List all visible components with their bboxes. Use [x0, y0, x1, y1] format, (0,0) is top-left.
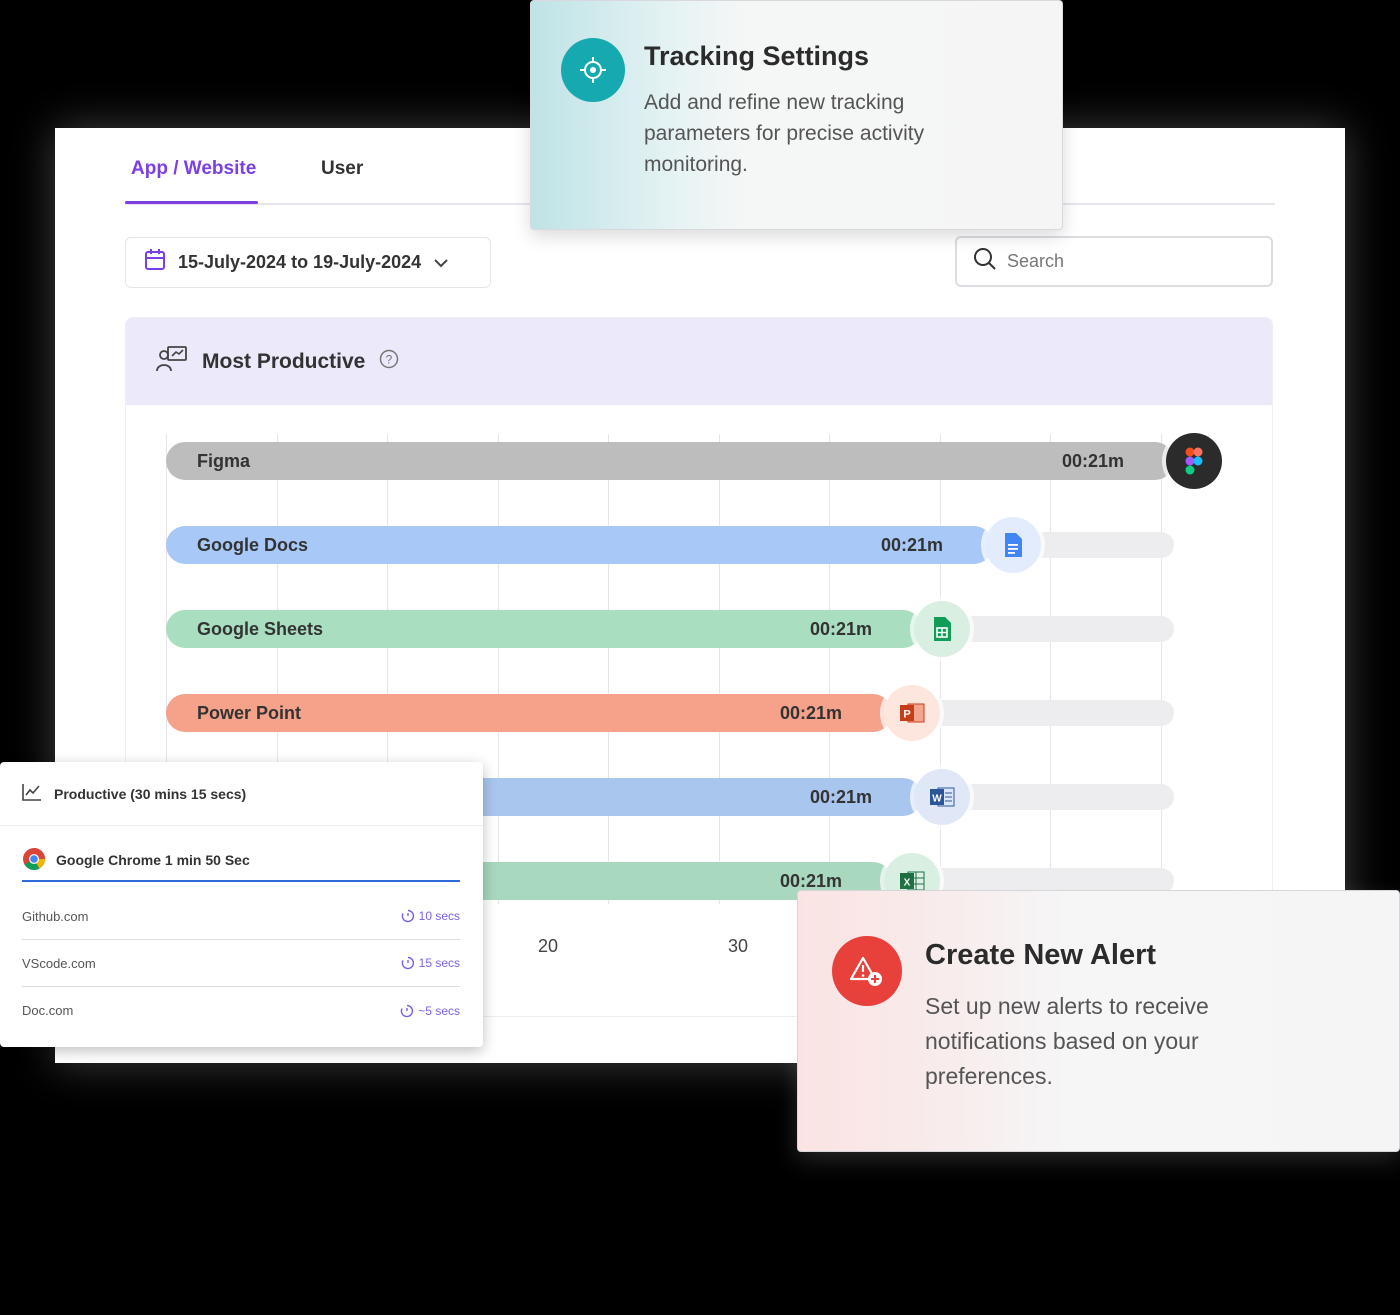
chevron-down-icon [433, 252, 449, 273]
create-alert-description: Set up new alerts to receive notificatio… [925, 993, 1209, 1089]
bar-value-label: 00:21m [779, 702, 842, 723]
gridline [608, 434, 609, 904]
gridline [829, 434, 830, 904]
search-icon [973, 247, 997, 276]
list-item[interactable]: Github.com 10 secs [22, 893, 460, 940]
list-item[interactable]: Doc.com ~5 secs [22, 987, 460, 1034]
tracking-settings-card[interactable]: Tracking Settings Add and refine new tra… [530, 0, 1063, 230]
productivity-icon [156, 345, 188, 378]
bar-value-label: 00:21m [779, 870, 842, 891]
site-name: Github.com [22, 908, 89, 924]
x-tick-label: 20 [538, 936, 559, 956]
productive-activity-card: Productive (30 mins 15 secs) Google Chro… [0, 762, 483, 1047]
calendar-icon [144, 248, 166, 277]
site-name: VScode.com [22, 955, 96, 971]
site-duration: 10 secs [401, 909, 460, 923]
timer-icon [401, 909, 414, 923]
date-range-picker[interactable]: 15-July-2024 to 19-July-2024 [125, 237, 491, 288]
tab-user[interactable]: User [321, 158, 363, 180]
gridline [1050, 434, 1051, 904]
svg-text:X: X [904, 878, 911, 889]
svg-text:P: P [903, 709, 910, 721]
help-icon[interactable]: ? [379, 349, 399, 374]
tracking-settings-title: Tracking Settings [644, 41, 870, 71]
gridline [939, 434, 941, 904]
active-tab-indicator [125, 201, 258, 204]
date-range-label: 15-July-2024 to 19-July-2024 [178, 252, 422, 272]
powerpoint-icon: P [884, 685, 940, 741]
site-duration: 15 secs [401, 956, 460, 970]
bar-label: Google Sheets [197, 618, 324, 639]
bar-value-label: 00:21m [880, 534, 943, 555]
google-docs-icon [985, 517, 1041, 573]
search-placeholder: Search [1007, 251, 1065, 271]
word-icon: W [914, 769, 970, 825]
site-duration: ~5 secs [400, 1004, 460, 1018]
chart-bar[interactable]: Power Point 00:21m [166, 694, 892, 732]
google-sheets-icon [914, 601, 970, 657]
alert-add-icon [832, 936, 902, 1006]
bar-value-label: 00:21m [809, 618, 872, 639]
tab-app-website[interactable]: App / Website [131, 158, 256, 180]
gridline [718, 434, 720, 904]
figma-icon [1166, 433, 1222, 489]
target-icon [561, 38, 625, 102]
most-productive-title: Most Productive [202, 349, 366, 373]
bar-value-label: 00:21m [809, 786, 872, 807]
x-tick-label: 30 [728, 936, 749, 956]
timer-icon [401, 1004, 414, 1017]
create-alert-title: Create New Alert [925, 939, 1157, 971]
search-input[interactable]: Search [955, 236, 1273, 287]
timer-icon [401, 956, 414, 970]
line-chart-icon [22, 783, 42, 804]
top-app-label: Google Chrome 1 min 50 Sec [56, 852, 250, 868]
productive-summary: Productive (30 mins 15 secs) [54, 785, 247, 802]
chrome-icon [22, 847, 46, 874]
productive-header: Productive (30 mins 15 secs) [0, 762, 483, 826]
bar-label: Figma [197, 450, 251, 471]
bar-label: Power Point [197, 702, 302, 723]
site-name: Doc.com [22, 1003, 74, 1018]
chart-bar[interactable]: Google Docs 00:21m [166, 526, 993, 564]
create-alert-card[interactable]: Create New Alert Set up new alerts to re… [797, 890, 1400, 1152]
most-productive-header: Most Productive ? [126, 318, 1272, 405]
chart-bar[interactable]: Figma 00:21m [166, 442, 1174, 480]
gridline [497, 434, 499, 904]
top-app-row[interactable]: Google Chrome 1 min 50 Sec [22, 840, 460, 882]
gridline [1160, 434, 1162, 904]
tracking-settings-description: Add and refine new tracking parameters f… [644, 91, 925, 176]
svg-text:W: W [932, 794, 942, 805]
svg-text:?: ? [386, 353, 393, 367]
list-item[interactable]: VScode.com 15 secs [22, 940, 460, 987]
bar-value-label: 00:21m [1061, 450, 1124, 471]
chart-bar[interactable]: Google Sheets 00:21m [166, 610, 922, 648]
bar-label: Google Docs [197, 534, 309, 555]
